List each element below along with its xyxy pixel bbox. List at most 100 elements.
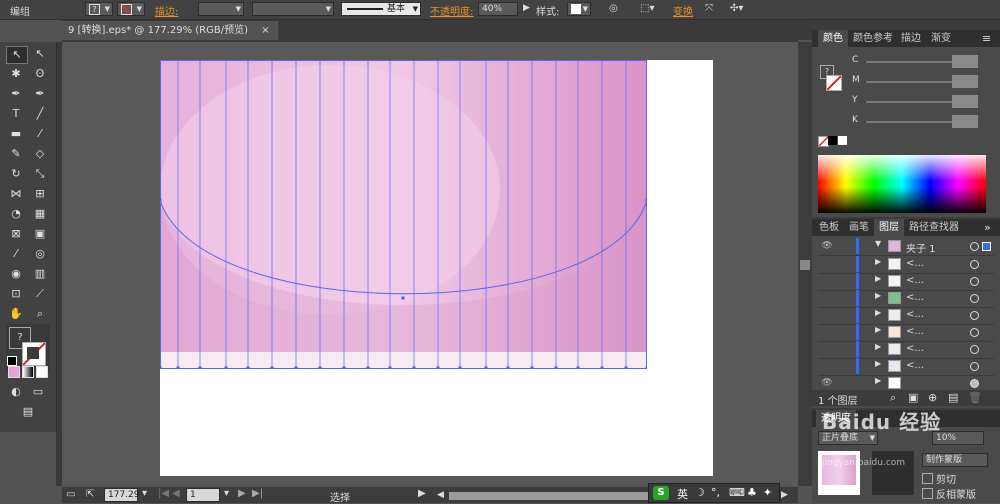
opacity-arrow-icon[interactable]: ▶ bbox=[520, 2, 530, 16]
page-dropdown-icon[interactable]: ▾ bbox=[224, 488, 229, 499]
ime-toolbar[interactable]: S 英 ☽ °, ⌨ ♣ ✦ bbox=[648, 483, 780, 503]
close-icon[interactable]: × bbox=[261, 25, 269, 36]
color-spectrum[interactable] bbox=[818, 155, 986, 213]
page-input[interactable]: 1 bbox=[186, 488, 220, 502]
lasso-icon[interactable]: ʘ bbox=[30, 66, 50, 82]
layer-row-top[interactable]: 👁 ▼ 夹子 1 bbox=[818, 238, 994, 256]
opacity-input[interactable]: 40% bbox=[478, 2, 518, 16]
cyan-input[interactable] bbox=[952, 55, 978, 68]
fill-stroke-widget[interactable]: ? bbox=[6, 324, 50, 372]
black-input[interactable] bbox=[952, 115, 978, 128]
locate-object-icon[interactable]: ⌕ bbox=[890, 391, 896, 405]
anchor-point[interactable] bbox=[198, 366, 202, 370]
eye-icon[interactable]: 👁 bbox=[818, 375, 836, 391]
anchor-point[interactable] bbox=[270, 366, 274, 370]
eye-icon[interactable] bbox=[818, 358, 836, 374]
graph-tool-icon[interactable]: ▥ bbox=[30, 266, 50, 282]
rotate-tool-icon[interactable]: ↻ bbox=[6, 166, 26, 182]
sublayer-name[interactable]: <... bbox=[906, 309, 924, 320]
sublayer-row[interactable]: ▶ <... bbox=[818, 307, 994, 325]
anchor-point[interactable] bbox=[624, 366, 628, 370]
target-circle-icon[interactable] bbox=[970, 294, 979, 303]
anchor-point[interactable] bbox=[645, 366, 648, 370]
arrange-icon[interactable]: ✣▾ bbox=[730, 3, 743, 14]
expand-triangle-icon[interactable]: ▶ bbox=[875, 342, 881, 351]
color-mode-icon[interactable] bbox=[8, 366, 20, 378]
first-page-icon[interactable]: |◀ bbox=[158, 488, 169, 499]
anchor-point[interactable] bbox=[554, 366, 558, 370]
selected-artwork[interactable] bbox=[160, 60, 647, 369]
anchor-point[interactable] bbox=[160, 198, 162, 202]
next-page-icon[interactable]: ▶ bbox=[238, 488, 246, 499]
expand-triangle-icon[interactable]: ▶ bbox=[875, 291, 881, 300]
artboard-nav-icon[interactable]: ▭ bbox=[66, 489, 75, 500]
direct-selection-tool-icon[interactable]: ↖ bbox=[30, 46, 50, 62]
magic-wand-icon[interactable]: ✱ bbox=[6, 66, 26, 82]
scroll-right-icon[interactable]: ▶ bbox=[781, 490, 788, 500]
anchor-point[interactable] bbox=[576, 366, 580, 370]
opacity-label[interactable]: 不透明度: bbox=[430, 3, 473, 18]
expand-triangle-icon[interactable]: ▶ bbox=[875, 308, 881, 317]
screen-mode-icon[interactable]: ▭ bbox=[28, 384, 48, 400]
zoom-dropdown-icon[interactable]: ▾ bbox=[142, 488, 147, 499]
free-transform-icon[interactable]: ⊞ bbox=[30, 186, 50, 202]
eye-icon[interactable]: 👁 bbox=[818, 238, 836, 254]
artboard-tool-icon[interactable]: ⊡ bbox=[6, 286, 26, 302]
pencil-icon[interactable]: ✎ bbox=[6, 146, 26, 162]
document-tab[interactable]: 9 [转换].eps* @ 177.29% (RGB/预览) × bbox=[60, 21, 278, 40]
eye-icon[interactable] bbox=[818, 341, 836, 357]
yellow-input[interactable] bbox=[952, 95, 978, 108]
panel-collapse-icon[interactable]: » bbox=[984, 221, 991, 234]
eraser-icon[interactable]: ◇ bbox=[30, 146, 50, 162]
sublayer-name[interactable]: <... bbox=[906, 258, 924, 269]
sogou-logo[interactable]: S bbox=[653, 486, 669, 500]
scroll-left-icon[interactable]: ◀ bbox=[437, 490, 444, 500]
tab-color-guide[interactable]: 颜色参考 bbox=[848, 30, 898, 47]
expand-triangle-icon[interactable]: ▶ bbox=[875, 257, 881, 266]
fill-dropdown[interactable]: ? ▼ bbox=[85, 2, 113, 16]
anchor-point[interactable] bbox=[530, 366, 534, 370]
perspective-grid-icon[interactable]: ▦ bbox=[30, 206, 50, 222]
anchor-point[interactable] bbox=[366, 366, 370, 370]
brush-profile-dropdown[interactable]: 基本 ▼ bbox=[341, 2, 421, 16]
recolor-icon[interactable]: ◎ bbox=[609, 3, 618, 14]
sublayer-row[interactable]: ▶ <... bbox=[818, 290, 994, 308]
default-colors-icon[interactable] bbox=[7, 356, 17, 366]
delete-icon[interactable]: 🗑 bbox=[968, 391, 982, 404]
hand-tool-icon[interactable]: ✋ bbox=[6, 306, 26, 322]
anchor-point[interactable] bbox=[318, 366, 322, 370]
gradient-mode-icon[interactable] bbox=[22, 366, 34, 378]
eye-icon[interactable] bbox=[818, 256, 836, 272]
ime-language[interactable]: 英 bbox=[677, 486, 688, 502]
target-circle-icon[interactable] bbox=[970, 277, 979, 286]
rectangle-tool-icon[interactable]: ▬ bbox=[6, 126, 26, 142]
skin-icon[interactable]: ♣ bbox=[747, 486, 757, 499]
blend-tool-icon[interactable]: ◎ bbox=[30, 246, 50, 262]
eye-icon[interactable] bbox=[818, 290, 836, 306]
magenta-input[interactable] bbox=[952, 75, 978, 88]
stroke-swatch[interactable] bbox=[22, 342, 46, 366]
target-circle-icon[interactable] bbox=[970, 311, 979, 320]
selection-tool-icon[interactable]: ↖ bbox=[6, 46, 28, 64]
eye-icon[interactable] bbox=[818, 307, 836, 323]
white-swatch[interactable] bbox=[838, 136, 847, 145]
sublayer-name[interactable]: <... bbox=[906, 360, 924, 371]
invert-mask-checkbox[interactable] bbox=[922, 488, 933, 499]
stroke-weight-field[interactable]: ▼ bbox=[198, 2, 244, 16]
anchor-point[interactable] bbox=[412, 366, 416, 370]
draw-mode-icon[interactable]: ◐ bbox=[6, 384, 26, 400]
zoom-input[interactable]: 177.29 bbox=[104, 488, 140, 502]
target-circle-icon[interactable] bbox=[970, 242, 979, 251]
sublayer-row[interactable]: ▶ <... bbox=[818, 358, 994, 376]
stroke-label[interactable]: 描边: bbox=[155, 3, 178, 18]
target-circle-icon[interactable] bbox=[970, 328, 979, 337]
expand-triangle-icon[interactable]: ▶ bbox=[875, 376, 881, 385]
shape-builder-icon[interactable]: ◔ bbox=[6, 206, 26, 222]
yellow-slider[interactable]: Y bbox=[852, 95, 992, 109]
anchor-point[interactable] bbox=[506, 366, 510, 370]
black-swatch[interactable] bbox=[828, 136, 837, 145]
anchor-point[interactable] bbox=[484, 366, 488, 370]
tab-color[interactable]: 颜色 bbox=[818, 30, 848, 47]
anchor-point[interactable] bbox=[342, 366, 346, 370]
sublayer-name[interactable]: <... bbox=[906, 326, 924, 337]
